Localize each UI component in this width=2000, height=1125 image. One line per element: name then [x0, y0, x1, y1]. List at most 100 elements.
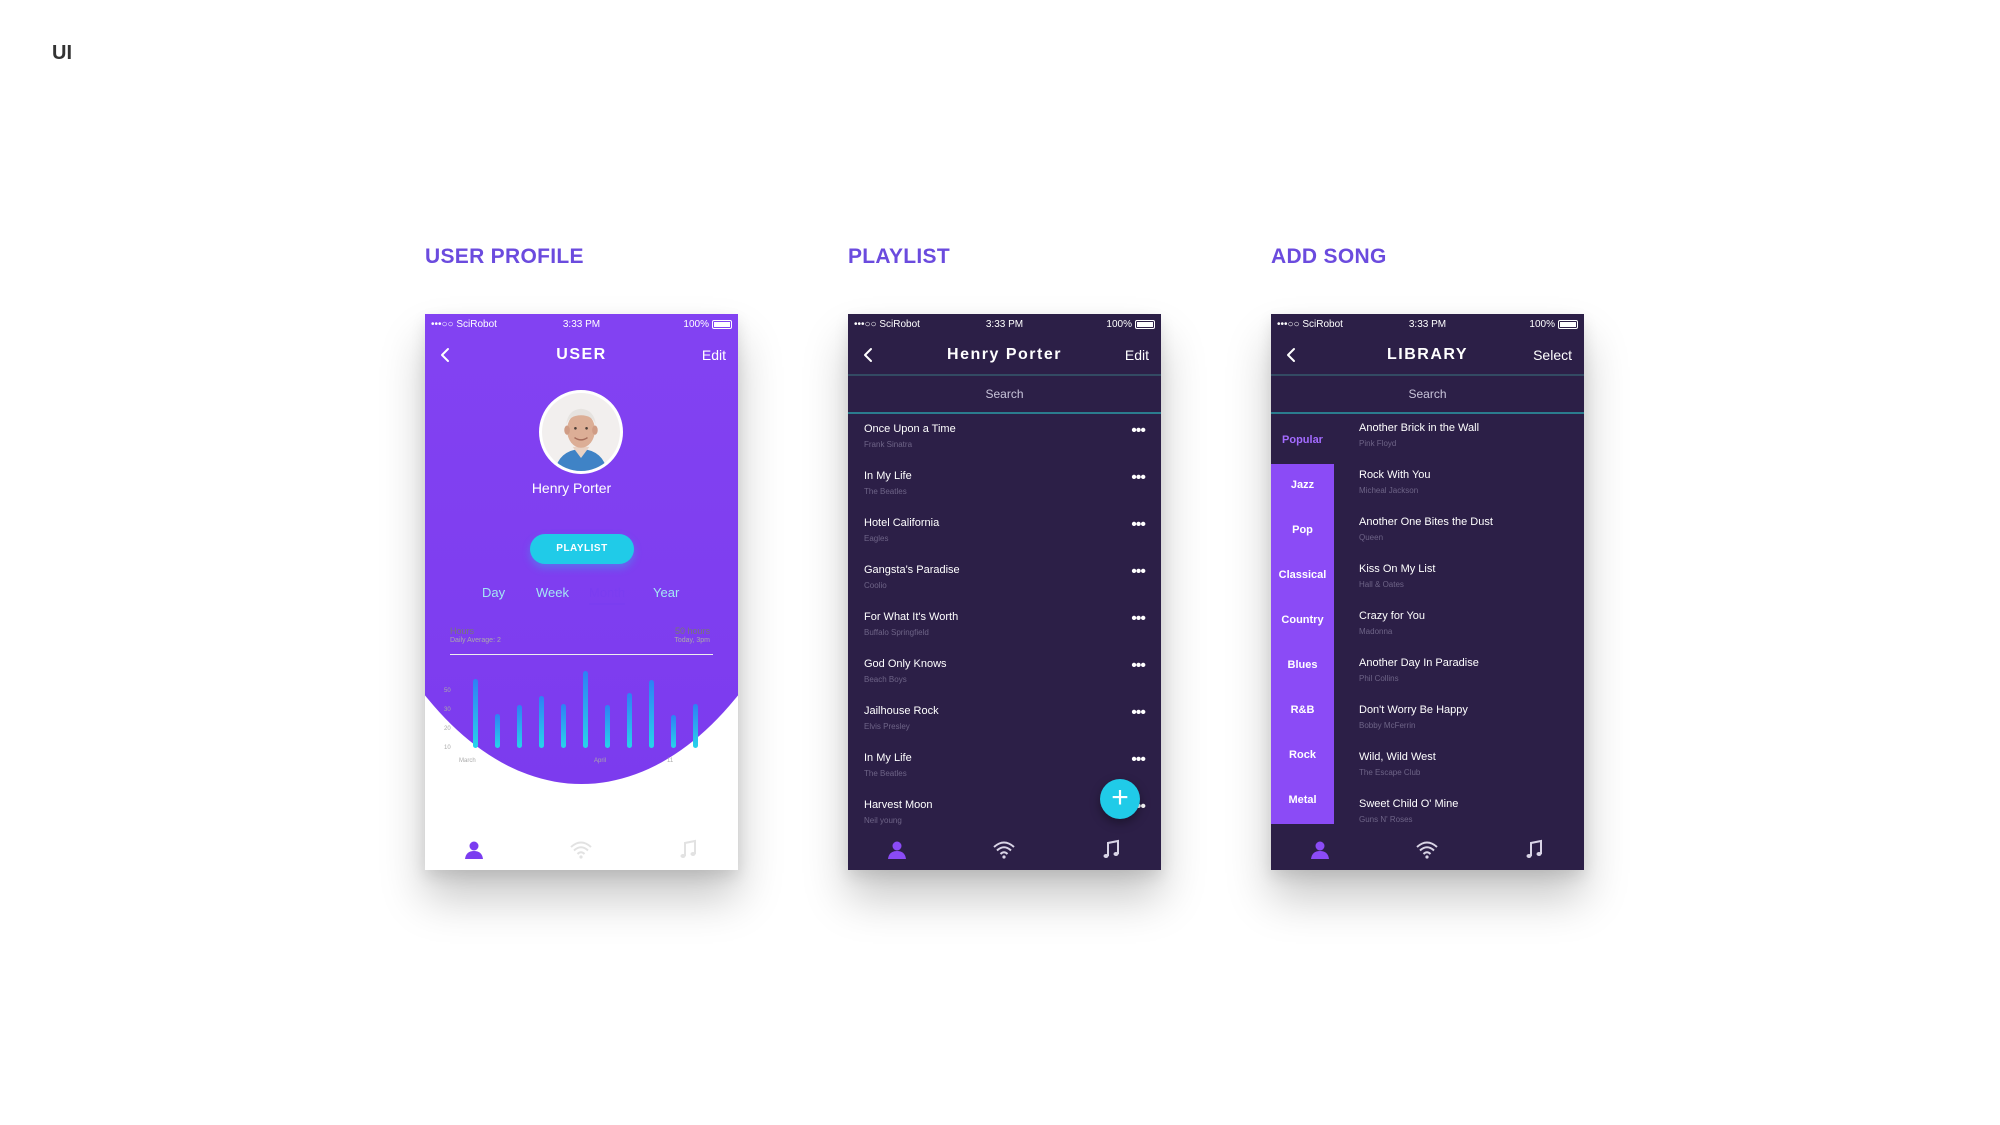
genre-rail [1271, 464, 1334, 824]
list-item[interactable]: Don't Worry Be Happy Bobby McFerrin [1359, 698, 1576, 745]
total-hours-label: 50 hours [674, 626, 710, 636]
nav-title: USER [556, 346, 607, 363]
song-artist: Coolio [864, 581, 887, 590]
list-item[interactable]: Rock With You Micheal Jackson [1359, 463, 1576, 510]
music-note-icon[interactable] [1099, 838, 1123, 862]
battery-percent: 100% [1106, 318, 1132, 330]
chart-bar [627, 693, 632, 748]
more-options-icon[interactable]: ••• [1131, 516, 1146, 534]
tab-bar [1271, 830, 1584, 870]
y-tick-10: 10 [444, 745, 451, 751]
y-tick-20: 20 [444, 726, 451, 732]
hours-label: Hours [450, 626, 475, 636]
battery-status: 100% [632, 319, 732, 330]
tab-week[interactable]: Week [536, 585, 569, 600]
list-item[interactable]: In My Life The Beatles ••• [848, 463, 1161, 510]
tab-day[interactable]: Day [482, 585, 505, 600]
list-item[interactable]: Kiss On My List Hall & Oates [1359, 557, 1576, 604]
genre-rnb[interactable]: R&B [1271, 704, 1334, 716]
search-input[interactable]: Search [1271, 374, 1584, 414]
list-item[interactable]: Gangsta's Paradise Coolio ••• [848, 557, 1161, 604]
chart-bar [517, 705, 522, 748]
chart-bar [495, 714, 500, 748]
chart-bar [539, 696, 544, 748]
y-tick-50: 50 [444, 688, 451, 694]
more-options-icon[interactable]: ••• [1131, 657, 1146, 675]
genre-classical[interactable]: Classical [1271, 569, 1334, 581]
list-item[interactable]: Hotel California Eagles ••• [848, 510, 1161, 557]
search-input[interactable]: Search [848, 374, 1161, 414]
y-tick-30: 30 [444, 707, 451, 713]
playlist-button[interactable]: PLAYLIST [530, 534, 634, 564]
song-artist: Beach Boys [864, 675, 907, 684]
list-item[interactable]: Once Upon a Time Frank Sinatra ••• [848, 416, 1161, 463]
list-item[interactable]: Another Brick in the Wall Pink Floyd [1359, 416, 1576, 463]
avatar[interactable] [539, 390, 623, 474]
song-artist: The Beatles [864, 769, 907, 778]
genre-jazz[interactable]: Jazz [1271, 479, 1334, 491]
chart-bars [473, 671, 698, 748]
chevron-left-icon[interactable] [1283, 346, 1301, 364]
user-icon[interactable] [1308, 838, 1332, 862]
more-options-icon[interactable]: ••• [1131, 751, 1146, 769]
add-song-button[interactable]: + [1100, 779, 1140, 819]
select-button[interactable]: Select [1533, 347, 1572, 363]
more-options-icon[interactable]: ••• [1131, 563, 1146, 581]
edit-button[interactable]: Edit [1125, 347, 1149, 363]
song-title: In My Life [864, 470, 912, 482]
status-time: 3:33 PM [562, 318, 601, 330]
list-item[interactable]: Jailhouse Rock Elvis Presley ••• [848, 698, 1161, 745]
song-title: Rock With You [1359, 469, 1431, 481]
chart-bar [561, 704, 566, 748]
page-label: UI [52, 42, 72, 64]
wifi-icon[interactable] [569, 838, 593, 862]
daily-average-label: Daily Average: 2 [450, 637, 501, 644]
user-icon[interactable] [462, 838, 486, 862]
music-note-icon[interactable] [1522, 838, 1546, 862]
tab-year[interactable]: Year [653, 585, 679, 600]
song-title: Once Upon a Time [864, 423, 956, 435]
song-title: Another Brick in the Wall [1359, 422, 1480, 434]
navigation-bar: USER Edit [425, 336, 738, 374]
song-title: God Only Knows [864, 658, 947, 670]
list-item[interactable]: Wild, Wild West The Escape Club [1359, 745, 1576, 792]
genre-metal[interactable]: Metal [1271, 794, 1334, 806]
song-title: Another One Bites the Dust [1359, 516, 1493, 528]
more-options-icon[interactable]: ••• [1131, 704, 1146, 722]
list-item[interactable]: Crazy for You Madonna [1359, 604, 1576, 651]
song-artist: The Escape Club [1359, 768, 1421, 777]
list-item[interactable]: For What It's Worth Buffalo Springfield ••… [848, 604, 1161, 651]
wifi-icon[interactable] [1415, 838, 1439, 862]
song-artist: Guns N' Roses [1359, 815, 1413, 824]
list-item[interactable]: Another One Bites the Dust Queen [1359, 510, 1576, 557]
chart-bar [693, 704, 698, 748]
song-title: Jailhouse Rock [864, 705, 939, 717]
avatar-portrait-icon [542, 393, 620, 471]
user-icon[interactable] [885, 838, 909, 862]
wifi-icon[interactable] [992, 838, 1016, 862]
music-note-icon[interactable] [676, 838, 700, 862]
song-artist: Neil young [864, 816, 902, 825]
nav-title: LIBRARY [1386, 346, 1468, 363]
song-artist: Eagles [864, 534, 889, 543]
genre-rock[interactable]: Rock [1271, 749, 1334, 761]
list-item[interactable]: God Only Knows Beach Boys ••• [848, 651, 1161, 698]
battery-icon [1557, 319, 1578, 329]
edit-button[interactable]: Edit [702, 347, 726, 363]
song-artist: The Beatles [864, 487, 907, 496]
genre-blues[interactable]: Blues [1271, 659, 1334, 671]
genre-popular[interactable]: Popular [1271, 434, 1334, 446]
status-bar: •••○○ SciRobot 3:33 PM 100% [848, 314, 1161, 334]
chevron-left-icon[interactable] [437, 346, 455, 364]
tab-month[interactable]: Month [589, 585, 626, 605]
chevron-left-icon[interactable] [860, 346, 878, 364]
more-options-icon[interactable]: ••• [1131, 610, 1146, 628]
song-artist: Frank Sinatra [864, 440, 913, 449]
more-options-icon[interactable]: ••• [1131, 422, 1146, 440]
genre-country[interactable]: Country [1271, 614, 1334, 626]
genre-pop[interactable]: Pop [1271, 524, 1334, 536]
song-artist: Pink Floyd [1359, 439, 1397, 448]
list-item[interactable]: Another Day In Paradise Phil Collins [1359, 651, 1576, 698]
more-options-icon[interactable]: ••• [1131, 469, 1146, 487]
nav-title: Henry Porter [947, 346, 1062, 363]
